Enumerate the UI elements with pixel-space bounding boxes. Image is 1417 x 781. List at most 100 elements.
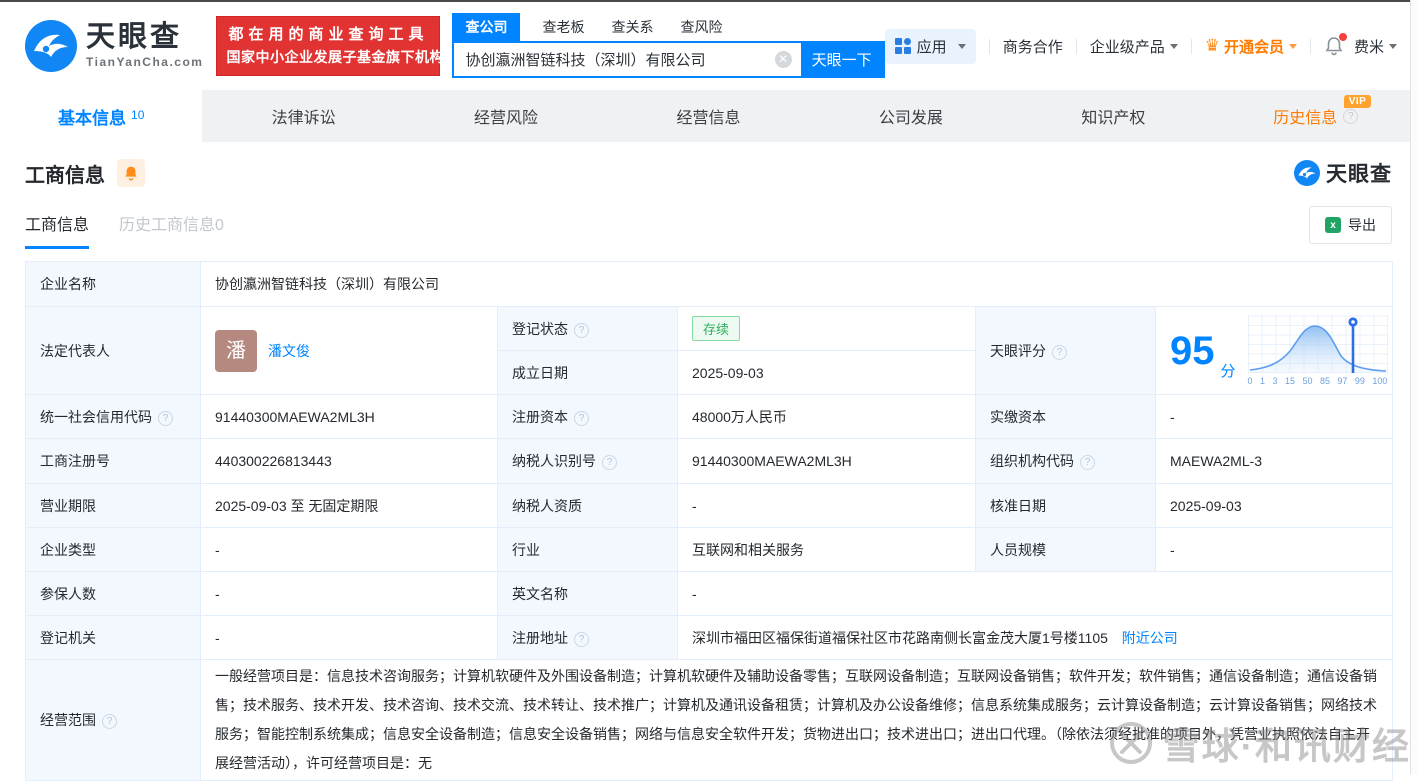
section-title: 工商信息 xyxy=(25,164,105,187)
subscribe-bell-icon[interactable] xyxy=(117,159,145,187)
nav-business-cooperation[interactable]: 商务合作 xyxy=(1003,36,1063,57)
tab-operating-risk[interactable]: 经营风险 xyxy=(405,90,607,142)
field-label: 经营范围? xyxy=(25,659,201,781)
field-label: 成立日期 xyxy=(497,350,678,395)
table-row: 工商注册号 440300226813443 纳税人识别号? 91440300MA… xyxy=(25,438,1394,484)
nav-open-vip[interactable]: ♛ 开通会员 xyxy=(1205,36,1297,57)
table-row: 统一社会信用代码? 91440300MAEWA2ML3H 注册资本? 48000… xyxy=(25,394,1394,439)
avatar: 潘 xyxy=(215,329,257,372)
search-tab-relation[interactable]: 查关系 xyxy=(611,13,653,41)
field-label: 工商注册号 xyxy=(25,438,201,484)
username: 费米 xyxy=(1353,38,1384,56)
field-value: - xyxy=(677,483,976,528)
nav-enterprise-products[interactable]: 企业级产品 xyxy=(1090,36,1178,57)
subtab-history-business-info[interactable]: 历史工商信息0 xyxy=(119,211,224,249)
tianyancha-logo-icon xyxy=(1294,160,1320,186)
field-value: 91440300MAEWA2ML3H xyxy=(677,438,976,484)
field-value: - xyxy=(200,527,498,572)
tab-basic-info[interactable]: 基本信息 10 xyxy=(0,90,203,142)
tianyan-score[interactable]: 95 分 0 1 3 15 50 85 97 99 100 xyxy=(1170,315,1388,386)
score-axis-labels: 01 3 15 50 85 97 99 100 xyxy=(1247,376,1388,386)
nearby-companies-link[interactable]: 附近公司 xyxy=(1122,630,1178,646)
help-icon[interactable]: ? xyxy=(102,714,117,729)
search-tab-risk[interactable]: 查风险 xyxy=(680,13,722,41)
company-detail-tabs: 基本信息 10 法律诉讼 经营风险 经营信息 公司发展 知识产权 VIP 历史信… xyxy=(0,90,1417,142)
help-icon[interactable]: ? xyxy=(158,410,173,426)
legal-representative-link[interactable]: 潘文俊 xyxy=(268,341,310,361)
field-label: 统一社会信用代码? xyxy=(25,394,201,439)
table-row: 企业名称 协创瀛洲智链科技（深圳）有限公司 xyxy=(25,261,1394,307)
logo-domain: TianYanCha.com xyxy=(86,55,204,69)
field-label: 营业期限 xyxy=(25,483,201,528)
scrollbar[interactable] xyxy=(1410,0,1417,774)
field-label: 英文名称 xyxy=(497,571,678,616)
field-label: 法定代表人 xyxy=(25,306,201,395)
field-value: 互联网和相关服务 xyxy=(677,527,976,572)
field-label: 参保人数 xyxy=(25,571,201,616)
field-value: MAEWA2ML-3 xyxy=(1154,438,1394,484)
field-value: 91440300MAEWA2ML3H xyxy=(200,394,498,439)
tab-history-info[interactable]: VIP 历史信息 ? xyxy=(1215,90,1417,142)
chevron-down-icon xyxy=(1288,43,1297,49)
tianyancha-logo-icon xyxy=(25,20,77,72)
field-value: 2025-09-03 至 无固定期限 xyxy=(200,483,498,528)
field-label: 登记机关 xyxy=(25,615,201,660)
field-value: 440300226813443 xyxy=(200,438,498,484)
field-value: - xyxy=(1154,527,1394,572)
field-label: 行业 xyxy=(497,527,678,572)
nav-apps[interactable]: 应用 xyxy=(884,28,976,64)
search-button[interactable]: 天眼一下 xyxy=(800,43,883,76)
help-icon[interactable]: ? xyxy=(602,455,617,470)
company-name-value: 协创瀛洲智链科技（深圳）有限公司 xyxy=(199,261,1394,307)
field-label: 人员规模 xyxy=(975,527,1156,572)
slogan-line1: 都在用的商业查询工具 xyxy=(228,26,429,43)
score-distribution-chart: 01 3 15 50 85 97 99 100 xyxy=(1247,315,1388,386)
tab-legal-proceedings[interactable]: 法律诉讼 xyxy=(202,90,404,142)
tab-intellectual-property[interactable]: 知识产权 xyxy=(1012,90,1214,142)
search-tab-boss[interactable]: 查老板 xyxy=(542,13,584,41)
field-value: - xyxy=(1154,394,1394,439)
field-label: 登记状态? xyxy=(497,306,678,351)
help-icon[interactable]: ? xyxy=(1343,108,1359,124)
export-button[interactable]: x 导出 xyxy=(1309,206,1392,244)
divider xyxy=(1309,38,1311,54)
field-label: 企业类型 xyxy=(25,527,201,572)
slogan-line2: 国家中小企业发展子基金旗下机构 xyxy=(226,49,444,65)
table-row: 法定代表人 潘 潘文俊 登记状态? 存续 天眼评分? 95 分 0 1 3 15… xyxy=(25,306,1394,395)
field-label: 组织机构代码? xyxy=(975,438,1156,484)
tab-count-badge: 10 xyxy=(131,108,145,122)
registered-address: 深圳市福田区福保街道福保社区市花路南侧长富金茂大厦1号楼1105 xyxy=(692,629,1108,646)
field-label: 实缴资本 xyxy=(975,394,1156,439)
divider xyxy=(1190,38,1192,54)
search-module: 查公司 查老板 查关系 查风险 ✕ 天眼一下 xyxy=(452,13,885,78)
field-label: 天眼评分? xyxy=(975,306,1156,395)
table-row: 参保人数 - 英文名称 - xyxy=(25,571,1394,616)
notification-bell-icon[interactable] xyxy=(1324,33,1347,56)
search-tabs: 查公司 查老板 查关系 查风险 xyxy=(452,13,884,41)
divider xyxy=(1075,38,1077,54)
crown-icon: ♛ xyxy=(1204,36,1220,55)
search-tab-company[interactable]: 查公司 xyxy=(452,13,521,41)
field-label: 纳税人资质 xyxy=(497,483,678,528)
help-icon[interactable]: ? xyxy=(574,322,589,338)
brand-slogan-banner: 都在用的商业查询工具 国家中小企业发展子基金旗下机构 xyxy=(216,16,444,76)
subtab-business-info[interactable]: 工商信息 xyxy=(25,211,90,249)
field-label: 注册地址? xyxy=(497,615,678,660)
excel-icon: x xyxy=(1325,217,1341,233)
tab-operating-info[interactable]: 经营信息 xyxy=(607,90,809,142)
table-row: 经营范围? 一般经营项目是：信息技术咨询服务；计算机软硬件及外围设备制造；计算机… xyxy=(25,659,1394,781)
search-input[interactable] xyxy=(454,43,801,76)
help-icon[interactable]: ? xyxy=(574,410,589,426)
help-icon[interactable]: ? xyxy=(1080,455,1095,470)
nav-user-menu[interactable]: 费米 xyxy=(1354,36,1397,57)
help-icon[interactable]: ? xyxy=(574,631,589,647)
clear-search-icon[interactable]: ✕ xyxy=(774,51,792,68)
business-info-section: 工商信息 天眼查 工商信息 历史工商信息0 x 导出 企业名称 协创瀛洲智链科技… xyxy=(0,142,1417,781)
divider xyxy=(988,38,990,54)
help-icon[interactable]: ? xyxy=(1052,344,1067,360)
tianyancha-logo[interactable]: 天眼查 TianYanCha.com xyxy=(25,20,203,72)
tab-company-development[interactable]: 公司发展 xyxy=(810,90,1012,142)
field-label: 核准日期 xyxy=(975,483,1156,528)
apps-grid-icon xyxy=(894,38,911,54)
search-bar: ✕ 天眼一下 xyxy=(452,41,885,78)
